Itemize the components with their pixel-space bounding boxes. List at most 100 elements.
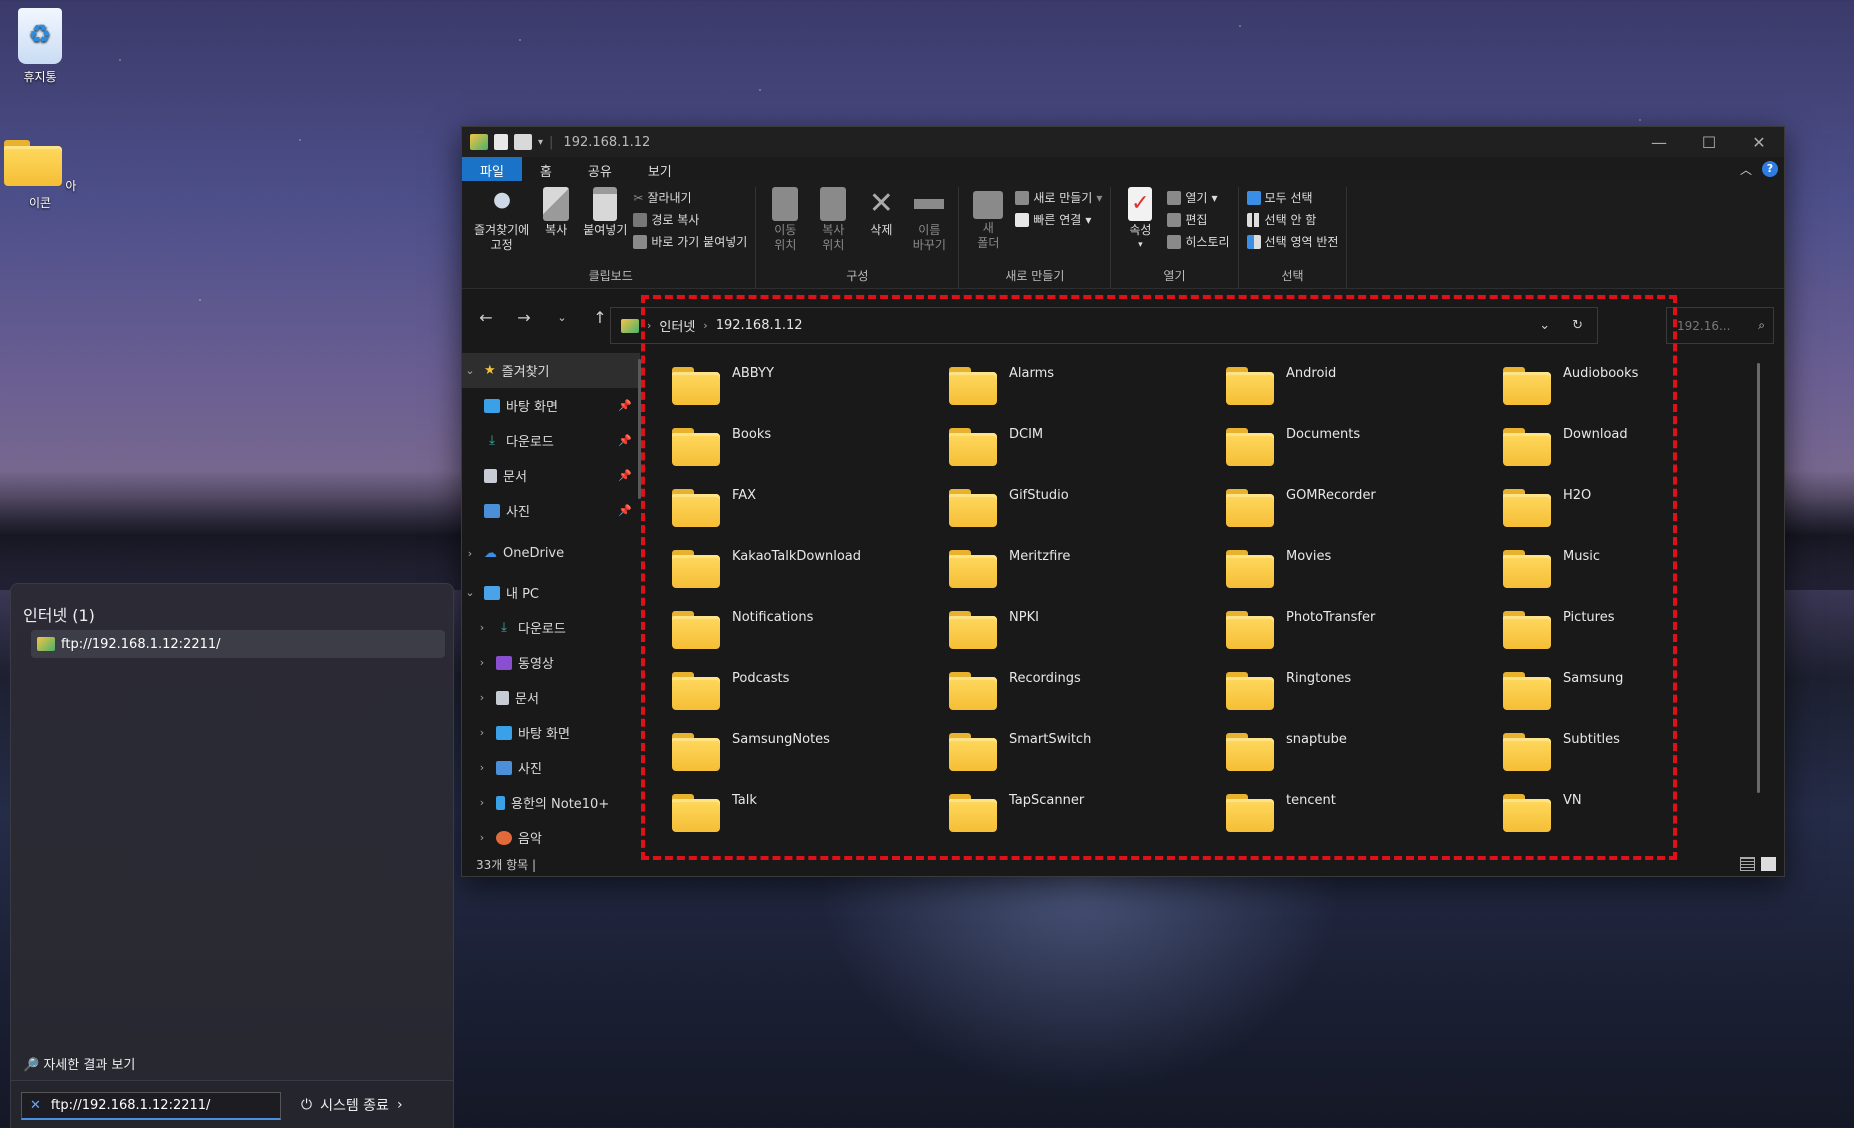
- search-icon[interactable]: ⌕: [1758, 318, 1773, 333]
- folder-item[interactable]: Music: [1503, 546, 1780, 607]
- nav-item-pc-pictures[interactable]: › 사진: [462, 750, 640, 785]
- nav-item-documents[interactable]: 문서 📌: [462, 458, 640, 493]
- pin-to-quick-access-button[interactable]: 즐겨찾기에 고정: [474, 187, 529, 253]
- folder-item[interactable]: Meritzfire: [949, 546, 1226, 607]
- search-result-item[interactable]: ftp://192.168.1.12:2211/: [31, 630, 445, 658]
- tab-view[interactable]: 보기: [630, 157, 690, 181]
- tab-file[interactable]: 파일: [462, 157, 522, 181]
- expand-chevron-icon[interactable]: ›: [474, 761, 490, 774]
- expand-chevron-icon[interactable]: ⌄: [462, 364, 478, 377]
- address-history-chevron-icon[interactable]: ⌄: [1539, 318, 1550, 333]
- large-icons-view-icon[interactable]: [1761, 857, 1776, 871]
- folder-item[interactable]: tencent: [1226, 790, 1503, 851]
- tab-share[interactable]: 공유: [570, 157, 630, 181]
- folder-item[interactable]: Download: [1503, 424, 1780, 485]
- select-none-button[interactable]: 선택 안 함: [1246, 211, 1339, 228]
- folder-item[interactable]: KakaoTalkDownload: [672, 546, 949, 607]
- nav-item-pc-downloads[interactable]: › ⤓ 다운로드: [462, 610, 640, 645]
- nav-item-pc-desktop[interactable]: › 바탕 화면: [462, 715, 640, 750]
- desktop-icon-recycle-bin[interactable]: 휴지통: [0, 8, 80, 85]
- start-search-input[interactable]: ✕ ftp://192.168.1.12:2211/: [21, 1092, 281, 1120]
- paste-shortcut-button[interactable]: 바로 가기 붙여넣기: [633, 233, 747, 250]
- refresh-icon[interactable]: ↻: [1572, 318, 1583, 333]
- folder-item[interactable]: TapScanner: [949, 790, 1226, 851]
- breadcrumb-internet[interactable]: 인터넷: [659, 316, 695, 335]
- delete-button[interactable]: ✕ 삭제: [860, 187, 902, 238]
- properties-button[interactable]: ✓ 속성 ▾: [1119, 187, 1161, 253]
- details-view-icon[interactable]: [1740, 857, 1755, 871]
- folder-item[interactable]: GifStudio: [949, 485, 1226, 546]
- shutdown-button[interactable]: ⏻ 시스템 종료 ›: [301, 1095, 403, 1115]
- select-all-button[interactable]: 모두 선택: [1246, 189, 1339, 206]
- folder-item[interactable]: Movies: [1226, 546, 1503, 607]
- nav-pane-scrollbar[interactable]: [638, 359, 641, 499]
- nav-item-videos[interactable]: › 동영상: [462, 645, 640, 680]
- expand-chevron-icon[interactable]: ›: [474, 656, 490, 669]
- copy-button[interactable]: 복사: [535, 187, 577, 238]
- nav-item-music[interactable]: › 음악: [462, 820, 640, 853]
- folder-item[interactable]: FAX: [672, 485, 949, 546]
- rename-button[interactable]: 이름 바꾸기: [908, 187, 950, 253]
- easy-access-button[interactable]: 빠른 연결 ▾: [1015, 211, 1102, 228]
- edit-button[interactable]: 편집: [1167, 211, 1229, 228]
- open-button[interactable]: 열기 ▾: [1167, 189, 1229, 206]
- quick-access-dropdown-icon[interactable]: ▾: [538, 137, 543, 148]
- invert-selection-button[interactable]: 선택 영역 반전: [1246, 233, 1338, 250]
- nav-item-quick-access[interactable]: ⌄ ★ 즐겨찾기: [462, 353, 640, 388]
- nav-item-onedrive[interactable]: › ☁ OneDrive: [462, 536, 640, 571]
- breadcrumb-host[interactable]: 192.168.1.12: [716, 318, 803, 333]
- folder-item[interactable]: Alarms: [949, 363, 1226, 424]
- folder-item[interactable]: Talk: [672, 790, 949, 851]
- folder-item[interactable]: ABBYY: [672, 363, 949, 424]
- nav-item-this-pc[interactable]: ⌄ 내 PC: [462, 575, 640, 610]
- folder-item[interactable]: PhotoTransfer: [1226, 607, 1503, 668]
- nav-item-phone[interactable]: › 용한의 Note10+: [462, 785, 640, 820]
- expand-chevron-icon[interactable]: ›: [462, 547, 478, 560]
- expand-chevron-icon[interactable]: ›: [474, 691, 490, 704]
- nav-item-downloads[interactable]: ⤓ 다운로드 📌: [462, 423, 640, 458]
- folder-item[interactable]: Documents: [1226, 424, 1503, 485]
- folder-item[interactable]: GOMRecorder: [1226, 485, 1503, 546]
- folder-item[interactable]: SamsungNotes: [672, 729, 949, 790]
- expand-chevron-icon[interactable]: ›: [474, 831, 490, 844]
- properties-quick-icon[interactable]: [494, 134, 508, 150]
- help-icon[interactable]: ?: [1762, 161, 1778, 177]
- folder-item[interactable]: Pictures: [1503, 607, 1780, 668]
- new-item-button[interactable]: 새로 만들기 ▾: [1015, 189, 1102, 206]
- folder-item[interactable]: H2O: [1503, 485, 1780, 546]
- folder-item[interactable]: Audiobooks: [1503, 363, 1780, 424]
- back-arrow-icon[interactable]: ←: [472, 308, 500, 327]
- folder-item[interactable]: Android: [1226, 363, 1503, 424]
- expand-chevron-icon[interactable]: ›: [474, 796, 490, 809]
- minimize-button[interactable]: —: [1634, 133, 1684, 152]
- folder-item[interactable]: DCIM: [949, 424, 1226, 485]
- cut-button[interactable]: ✂ 잘라내기: [633, 189, 747, 206]
- folder-item[interactable]: Notifications: [672, 607, 949, 668]
- folder-item[interactable]: Ringtones: [1226, 668, 1503, 729]
- collapse-ribbon-icon[interactable]: ︿: [1740, 161, 1752, 178]
- see-more-results-link[interactable]: 🔎 자세한 결과 보기: [23, 1054, 135, 1073]
- expand-chevron-icon[interactable]: ›: [474, 726, 490, 739]
- copy-path-button[interactable]: 경로 복사: [633, 211, 747, 228]
- folder-item[interactable]: snaptube: [1226, 729, 1503, 790]
- new-folder-quick-icon[interactable]: [514, 134, 532, 150]
- move-to-button[interactable]: 이동 위치: [764, 187, 806, 253]
- copy-to-button[interactable]: 복사 위치: [812, 187, 854, 253]
- address-bar[interactable]: › 인터넷 › 192.168.1.12 ⌄ ↻: [610, 307, 1598, 344]
- expand-chevron-icon[interactable]: ⌄: [462, 586, 478, 599]
- clear-search-icon[interactable]: ✕: [30, 1098, 41, 1113]
- nav-item-desktop[interactable]: 바탕 화면 📌: [462, 388, 640, 423]
- folder-item[interactable]: Books: [672, 424, 949, 485]
- nav-item-pictures[interactable]: 사진 📌: [462, 493, 640, 528]
- folder-item[interactable]: SmartSwitch: [949, 729, 1226, 790]
- search-box[interactable]: 192.16... ⌕: [1666, 307, 1774, 344]
- recent-locations-chevron-icon[interactable]: ⌄: [548, 311, 576, 324]
- folder-item[interactable]: Samsung: [1503, 668, 1780, 729]
- maximize-button[interactable]: ☐: [1684, 133, 1734, 152]
- tab-home[interactable]: 홈: [522, 157, 570, 181]
- folder-item[interactable]: NPKI: [949, 607, 1226, 668]
- nav-item-pc-documents[interactable]: › 문서: [462, 680, 640, 715]
- expand-chevron-icon[interactable]: ›: [474, 621, 490, 634]
- paste-button[interactable]: 붙여넣기: [583, 187, 627, 238]
- history-button[interactable]: 히스토리: [1167, 233, 1230, 250]
